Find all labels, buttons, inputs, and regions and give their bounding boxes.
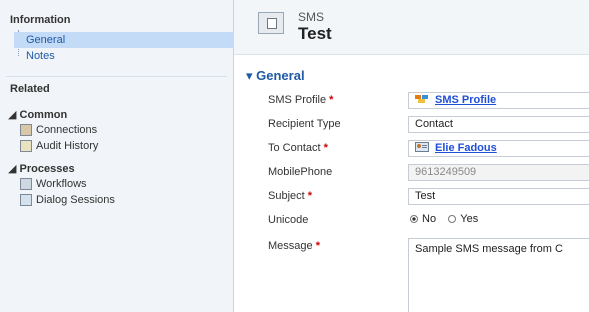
sms-profile-icon: [415, 95, 428, 103]
message-textarea[interactable]: Sample SMS message from C: [408, 238, 589, 312]
required-marker: *: [329, 94, 334, 106]
unicode-radio-group: No Yes: [410, 213, 478, 225]
dialog-sessions-icon: [20, 194, 32, 206]
collapse-icon: ◢: [8, 163, 20, 175]
sidebar-item-general[interactable]: General: [14, 32, 234, 48]
connections-icon: [20, 124, 32, 136]
message-label: Message *: [268, 240, 320, 252]
mobile-phone-field: 9613249509: [408, 164, 589, 181]
subject-input[interactable]: Test: [408, 188, 589, 205]
required-marker: *: [315, 240, 320, 252]
form-header: SMS Test: [234, 0, 589, 55]
collapse-icon: ◢: [8, 109, 20, 121]
unicode-no-radio[interactable]: [410, 215, 418, 223]
subject-label: Subject *: [268, 190, 313, 202]
unicode-yes-label: Yes: [460, 213, 479, 225]
section-title: General: [256, 68, 305, 83]
sidebar-item-dialog-sessions[interactable]: Dialog Sessions: [36, 192, 115, 208]
audit-history-icon: [20, 140, 32, 152]
left-navigation: Information General Notes Related ◢ Comm…: [0, 0, 234, 312]
recipient-type-label: Recipient Type: [268, 118, 341, 130]
to-contact-link[interactable]: Elie Fadous: [435, 142, 497, 154]
common-header: Common: [19, 109, 68, 121]
contact-card-icon: [415, 142, 429, 152]
chevron-down-icon: ▾: [246, 68, 257, 83]
record-title: Test: [298, 24, 332, 43]
required-marker: *: [307, 190, 313, 202]
mobile-phone-label: MobilePhone: [268, 166, 333, 178]
sms-profile-lookup[interactable]: SMS Profile: [408, 92, 589, 109]
general-section-toggle[interactable]: ▾ General: [246, 68, 305, 84]
related-header: Related: [10, 83, 50, 95]
divider: [6, 76, 227, 77]
processes-header: Processes: [19, 163, 75, 175]
to-contact-lookup[interactable]: Elie Fadous: [408, 140, 589, 157]
unicode-label: Unicode: [268, 214, 309, 226]
sidebar-item-notes[interactable]: Notes: [26, 48, 55, 64]
to-contact-label: To Contact *: [268, 142, 328, 154]
information-header: Information: [10, 14, 71, 26]
sms-entity-icon: [258, 12, 284, 34]
sidebar-item-workflows[interactable]: Workflows: [36, 176, 87, 192]
recipient-type-select[interactable]: Contact: [408, 116, 589, 133]
entity-type-label: SMS: [298, 10, 325, 24]
sms-profile-label: SMS Profile *: [268, 94, 334, 106]
unicode-no-label: No: [422, 213, 437, 225]
unicode-yes-radio[interactable]: [448, 215, 457, 223]
processes-section-toggle[interactable]: ◢ Processes: [8, 162, 75, 175]
common-section-toggle[interactable]: ◢ Common: [8, 108, 67, 121]
sms-profile-link[interactable]: SMS Profile: [435, 94, 496, 106]
workflows-icon: [20, 178, 32, 190]
sidebar-item-audit-history[interactable]: Audit History: [36, 138, 98, 154]
required-marker: *: [323, 142, 328, 154]
sidebar-item-connections[interactable]: Connections: [36, 122, 97, 138]
